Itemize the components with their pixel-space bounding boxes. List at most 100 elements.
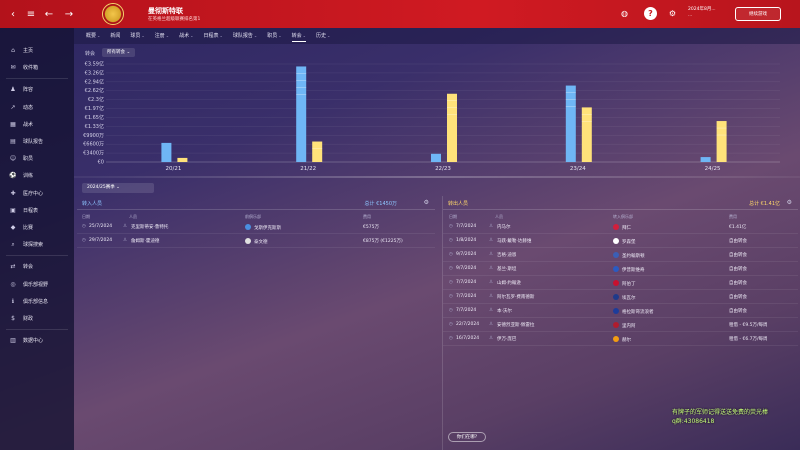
club-name[interactable]: 罗森堡: [622, 240, 636, 245]
sidebar-item[interactable]: ↗ 动态: [0, 99, 74, 116]
outgoing-bar[interactable]: [177, 157, 188, 162]
sidebar-item[interactable]: ▦ 战术: [0, 116, 74, 133]
outgoing-bar[interactable]: [581, 107, 592, 162]
y-tick-label: €2.3亿: [88, 96, 104, 103]
sidebar-item[interactable]: ◎ 俱乐部视野: [0, 275, 74, 292]
player-name[interactable]: 阿尔瓦罗·费南德斯: [497, 294, 534, 300]
subnav-tab[interactable]: 球队报告⌄: [233, 28, 257, 44]
subnav-tab[interactable]: 职员⌄: [267, 28, 281, 44]
forward-arrow-icon[interactable]: →: [60, 0, 78, 28]
subnav-tab[interactable]: 战术⌄: [179, 28, 193, 44]
season-dropdown[interactable]: 2024/25赛季 ⌄: [82, 183, 154, 193]
player-name[interactable]: 安德烈亚斯·佩雷拉: [497, 322, 534, 328]
sidebar-item[interactable]: ▥ 数据中心: [0, 332, 74, 349]
player-name[interactable]: 本·沃尔: [497, 308, 512, 314]
club-name[interactable]: 赫尔: [622, 338, 631, 343]
column-header[interactable]: 费用: [363, 214, 371, 220]
subnav-tab[interactable]: 转会⌄: [291, 28, 307, 44]
table-row[interactable]: ◷ 16/7/2024 ♙ 伊万·庞巴 赫尔 租借 - €6.7万/每周: [443, 333, 798, 346]
player-icon: ♙: [489, 322, 494, 327]
sidebar-item[interactable]: ♟ 阵容: [0, 81, 74, 98]
sidebar-item[interactable]: ℹ 俱乐部信息: [0, 293, 74, 310]
sidebar-item[interactable]: ▣ 日程表: [0, 202, 74, 219]
sidebar-item[interactable]: ✉ 收件箱: [0, 59, 74, 76]
player-name[interactable]: 山姆·约翰逊: [497, 280, 521, 286]
subnav-tab[interactable]: 注册⌄: [155, 28, 169, 44]
player-name[interactable]: 基兰·斯坦: [497, 266, 516, 272]
panel-settings-icon[interactable]: ⚙: [424, 199, 429, 206]
club-name[interactable]: 埃瓦尔: [622, 296, 636, 301]
panel-settings-icon[interactable]: ⚙: [787, 199, 792, 206]
continue-button[interactable]: 继续游戏: [735, 7, 781, 21]
incoming-bar[interactable]: [161, 142, 172, 162]
table-row[interactable]: ◷ 22/7/2024 ♙ 安德烈亚斯·佩雷拉 里内阿 租借 - €9.5万/每周: [443, 319, 798, 332]
sidebar-item-label: 数据中心: [23, 338, 44, 345]
column-header[interactable]: 人员: [129, 214, 137, 220]
sidebar-item[interactable]: ☺ 职员: [0, 150, 74, 167]
club-name[interactable]: 泰文德: [254, 240, 268, 245]
sidebar-item[interactable]: ⚽ 训练: [0, 167, 74, 184]
chevron-down-icon: ⌄: [190, 33, 194, 38]
sidebar-item[interactable]: ✚ 医疗中心: [0, 185, 74, 202]
table-row[interactable]: ◷ 9/7/2024 ♙ 基兰·斯坦 伊普斯维奇 自由转会: [443, 263, 798, 276]
player-icon: ♙: [489, 224, 494, 229]
sidebar-item[interactable]: ⌕ 球探搜索: [0, 236, 74, 253]
outgoing-bar[interactable]: [312, 141, 323, 162]
table-row[interactable]: ◷ 9/7/2024 ♙ 吉格·迪恩 圣约翰斯顿 自由转会: [443, 249, 798, 262]
menu-icon[interactable]: ≡: [22, 0, 40, 28]
column-header[interactable]: 前俱乐部: [245, 214, 261, 220]
table-row[interactable]: ◷ 1/8/2024 ♙ 马跃·戴勒·达赫维 罗森堡 自由转会: [443, 235, 798, 248]
subnav-tab[interactable]: 球员⌄: [130, 28, 144, 44]
sidebar-item[interactable]: ▤ 球队报告: [0, 133, 74, 150]
table-row[interactable]: ◷ 25/7/2024 ♙ 克里斯蒂安·鲁特托 戈斯伊克斯斯 €575万: [77, 221, 435, 234]
column-header[interactable]: 人员: [495, 214, 503, 220]
back-arrow-icon[interactable]: ←: [40, 0, 58, 28]
outgoing-bar[interactable]: [447, 93, 457, 162]
player-name[interactable]: 詹姆斯·霍迪德: [131, 238, 159, 244]
player-name[interactable]: 内马尔: [497, 224, 511, 230]
incoming-bar[interactable]: [700, 157, 711, 162]
club-name[interactable]: 戈斯伊克斯斯: [254, 226, 281, 231]
subnav-tab[interactable]: 新闻: [110, 28, 120, 44]
sidebar-item[interactable]: $ 财政: [0, 310, 74, 327]
sub-navigation: 概要⌄ 新闻 球员⌄ 注册⌄ 战术⌄ 日程表⌄ 球队报告⌄ 职员⌄ 转会⌄ 历史⌄: [74, 28, 800, 44]
outgoing-bar[interactable]: [716, 121, 727, 162]
sidebar-item-label: 战术: [23, 121, 34, 128]
column-header[interactable]: 日期: [82, 214, 90, 220]
table-row[interactable]: ◷ 29/7/2024 ♙ 詹姆斯·霍迪德 泰文德 €875万 (€1225万): [77, 235, 435, 248]
column-header[interactable]: 费用: [729, 214, 737, 220]
sidebar-item[interactable]: ⌂ 主页: [0, 42, 74, 59]
sidebar-item[interactable]: ⇄ 转会: [0, 258, 74, 275]
table-row[interactable]: ◷ 7/7/2024 ♙ 阿尔瓦罗·费南德斯 埃瓦尔 自由转会: [443, 291, 798, 304]
club-name[interactable]: 里内阿: [622, 324, 636, 329]
player-name[interactable]: 马跃·戴勒·达赫维: [497, 238, 531, 244]
subnav-tab[interactable]: 历史⌄: [316, 28, 330, 44]
transfer-fee: 自由转会: [729, 267, 747, 272]
globe-icon[interactable]: ◍: [618, 7, 631, 20]
player-name[interactable]: 伊万·庞巴: [497, 336, 516, 342]
settings-gear-icon[interactable]: ⚙: [666, 7, 679, 20]
player-name[interactable]: 克里斯蒂安·鲁特托: [131, 224, 168, 230]
subnav-tab[interactable]: 概要⌄: [86, 28, 100, 44]
subnav-tab[interactable]: 日程表⌄: [204, 28, 223, 44]
back-icon[interactable]: ‹: [4, 0, 22, 28]
club-name[interactable]: 拜仁: [622, 226, 631, 231]
table-row[interactable]: ◷ 7/7/2024 ♙ 内马尔 拜仁 €1.41亿: [443, 221, 798, 234]
club-name[interactable]: 圣约翰斯顿: [622, 254, 645, 259]
incoming-bar[interactable]: [431, 153, 441, 162]
where-are-you-button[interactable]: 你们在哪?: [448, 432, 486, 442]
club-name[interactable]: 格拉斯哥流浪者: [622, 310, 654, 315]
club-name[interactable]: 伊普斯维奇: [622, 268, 645, 273]
club-name[interactable]: 阿伯丁: [622, 282, 636, 287]
column-header[interactable]: 日期: [449, 214, 457, 220]
table-row[interactable]: ◷ 7/7/2024 ♙ 本·沃尔 格拉斯哥流浪者 自由转会: [443, 305, 798, 318]
incoming-bar[interactable]: [296, 66, 307, 162]
player-name[interactable]: 吉格·迪恩: [497, 252, 516, 258]
incoming-bar[interactable]: [565, 85, 576, 162]
sidebar-item[interactable]: ◆ 比赛: [0, 219, 74, 236]
sidebar-item-label: 比赛: [23, 224, 34, 231]
table-row[interactable]: ◷ 7/7/2024 ♙ 山姆·约翰逊 阿伯丁 自由转会: [443, 277, 798, 290]
y-tick-label: €2.62亿: [85, 87, 104, 94]
column-header[interactable]: 转入俱乐部: [613, 214, 633, 220]
help-icon[interactable]: ?: [644, 7, 657, 20]
